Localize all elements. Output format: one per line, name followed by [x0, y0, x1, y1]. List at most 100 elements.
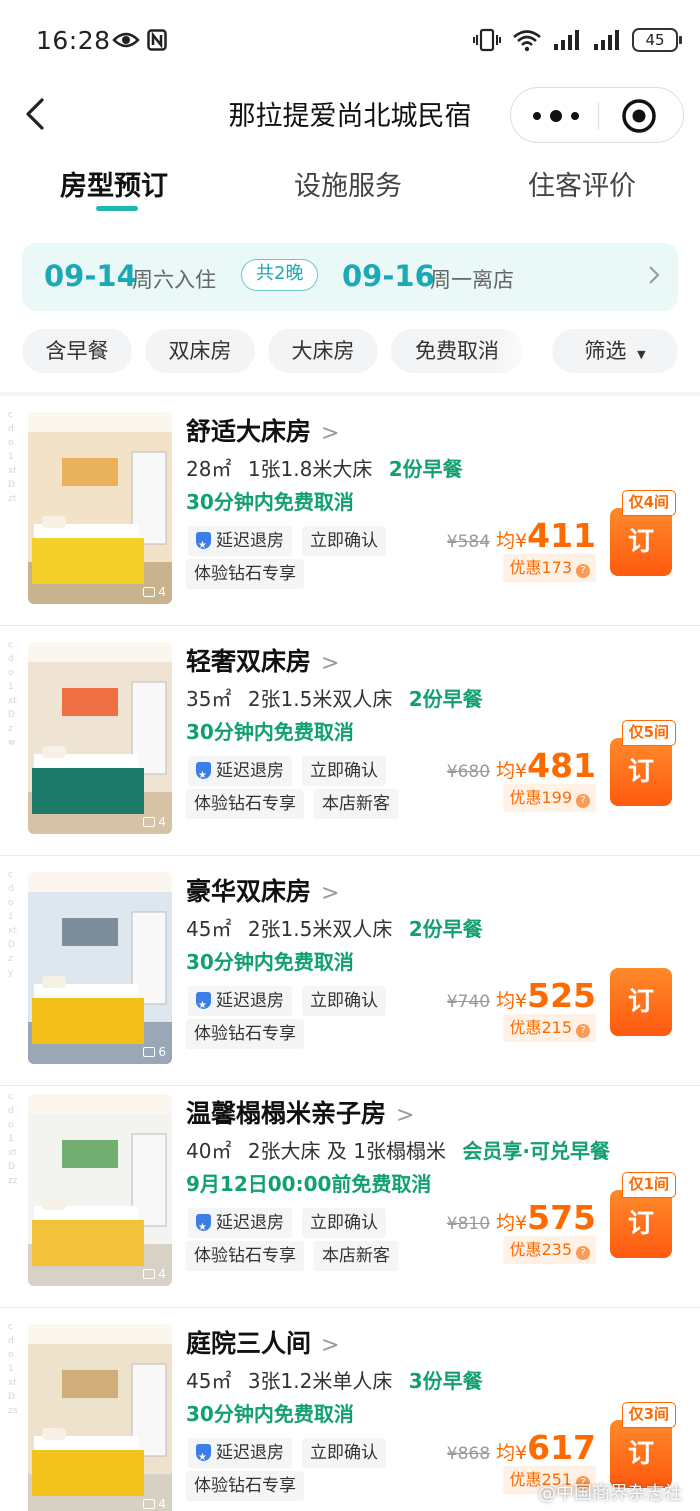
room-name-label: 庭院三人间: [186, 1329, 312, 1358]
chevron-right-icon: >: [321, 421, 340, 446]
checkout-label: 周一离店: [430, 268, 514, 292]
filter-twin-room[interactable]: 双床房: [145, 329, 255, 373]
avg-label: 均¥: [496, 530, 528, 552]
tab-facilities[interactable]: 设施服务: [294, 164, 402, 203]
tab-reviews[interactable]: 住客评价: [528, 164, 636, 203]
room-name[interactable]: 舒适大床房 >: [186, 412, 339, 448]
chevron-right-icon: [649, 266, 660, 284]
room-photo[interactable]: 6: [28, 872, 172, 1064]
tab-room-booking[interactable]: 房型预订: [60, 164, 168, 203]
photo-count: 4: [143, 585, 166, 599]
room-tag-label: 体验钻石专享: [194, 794, 296, 814]
vibrate-icon: [473, 28, 501, 52]
original-price: ¥584: [446, 532, 491, 552]
room-area: 45㎡: [186, 1369, 232, 1393]
room-card[interactable]: cdo1xtDzz 4 温馨榻榻米亲子房 > 40㎡ 2张大床 及 1张榻榻米 …: [0, 1078, 700, 1308]
room-tag: 本店新客: [314, 789, 398, 819]
gallery-icon: [143, 1047, 156, 1057]
capsule-divider: [598, 102, 599, 130]
room-tag-label: 延迟退房: [216, 531, 284, 551]
book-button[interactable]: 订: [610, 968, 672, 1036]
room-name[interactable]: 温馨榻榻米亲子房 >: [186, 1094, 414, 1130]
room-tag: 体验钻石专享: [186, 1241, 304, 1271]
discount-badge[interactable]: 优惠235?: [503, 1236, 596, 1264]
book-button[interactable]: 订: [610, 1190, 672, 1258]
diamond-badge-icon: [196, 761, 211, 791]
room-card[interactable]: cdo1xtDzt 4 舒适大床房 > 28㎡ 1张1.8米大床 2份早餐 30…: [0, 396, 700, 626]
photo-count-label: 4: [158, 815, 166, 829]
room-photo-image: [28, 872, 172, 1064]
discount-badge[interactable]: 优惠199?: [503, 784, 596, 812]
avg-label: 均¥: [496, 990, 528, 1012]
room-tag: 延迟退房: [188, 1208, 292, 1243]
caret-down-icon: ▼: [637, 348, 646, 361]
cancel-policy: 30分钟内免费取消: [186, 490, 354, 514]
room-area: 35㎡: [186, 687, 232, 711]
current-price: 525: [527, 976, 596, 1015]
chevron-right-icon: >: [396, 1103, 415, 1128]
room-tag: 延迟退房: [188, 756, 292, 791]
book-button[interactable]: 订: [610, 738, 672, 806]
chevron-right-icon: >: [321, 1333, 340, 1358]
room-area: 45㎡: [186, 917, 232, 941]
discount-badge[interactable]: 优惠215?: [503, 1014, 596, 1042]
room-photo[interactable]: 4: [28, 1094, 172, 1286]
room-card[interactable]: cdo1xtDzw 4 轻奢双床房 > 35㎡ 2张1.5米双人床 2份早餐 3…: [0, 626, 700, 856]
photo-count-label: 4: [158, 585, 166, 599]
room-breakfast: 2份早餐: [408, 917, 483, 941]
room-name-label: 轻奢双床房: [186, 647, 312, 676]
discount-label: 优惠199: [509, 788, 572, 807]
room-tag: 体验钻石专享: [186, 1019, 304, 1049]
room-breakfast: 2份早餐: [388, 457, 463, 481]
room-tag-label: 体验钻石专享: [194, 1476, 296, 1496]
room-photo-image: [28, 1324, 172, 1511]
book-button[interactable]: 订: [610, 508, 672, 576]
side-code: cdo1xtDzs: [8, 1322, 18, 1416]
side-code: cdo1xtDzy: [8, 870, 17, 978]
room-tag: 延迟退房: [188, 986, 292, 1021]
question-icon: ?: [576, 1024, 590, 1038]
filter-breakfast[interactable]: 含早餐: [22, 329, 132, 373]
mini-program-capsule: [510, 87, 684, 143]
photo-count: 4: [143, 1497, 166, 1511]
room-name-label: 豪华双床房: [186, 877, 312, 906]
cancel-policy: 30分钟内免费取消: [186, 950, 354, 974]
stock-badge: 仅5间: [621, 720, 676, 746]
current-price: 481: [527, 746, 596, 785]
filter-king-room[interactable]: 大床房: [268, 329, 378, 373]
tab-bar: 房型预订 设施服务 住客评价: [0, 160, 700, 216]
close-target-icon[interactable]: [621, 98, 657, 134]
room-tag-label: 延迟退房: [216, 991, 284, 1011]
room-card[interactable]: cdo1xtDzy 6 豪华双床房 > 45㎡ 2张1.5米双人床 2份早餐 3…: [0, 856, 700, 1086]
photo-count: 6: [143, 1045, 166, 1059]
room-tag-label: 本店新客: [322, 1246, 390, 1266]
discount-badge[interactable]: 优惠173?: [503, 554, 596, 582]
diamond-badge-icon: [196, 531, 211, 561]
room-spec: 35㎡ 2张1.5米双人床 2份早餐: [186, 683, 483, 712]
status-right: 45: [472, 28, 682, 52]
price-row: ¥584 均¥ 411: [447, 516, 596, 555]
current-price: 411: [527, 516, 596, 555]
room-name[interactable]: 豪华双床房 >: [186, 872, 339, 908]
original-price: ¥680: [446, 762, 491, 782]
chevron-right-icon: >: [321, 881, 340, 906]
room-tag: 体验钻石专享: [186, 789, 304, 819]
more-dots-icon[interactable]: [529, 105, 583, 127]
filter-more-button[interactable]: 筛选 ▼: [552, 329, 678, 373]
nights-badge: 共2晚: [241, 259, 319, 291]
room-photo-image: [28, 412, 172, 604]
room-beds: 2张大床 及 1张榻榻米: [247, 1139, 446, 1163]
nfc-icon: [147, 29, 167, 51]
room-photo[interactable]: 4: [28, 412, 172, 604]
date-selector[interactable]: 09-14 周六入住 共2晚 09-16 周一离店: [22, 243, 678, 311]
discount-label: 优惠173: [509, 558, 572, 577]
room-photo[interactable]: 4: [28, 642, 172, 834]
room-photo[interactable]: 4: [28, 1324, 172, 1511]
back-arrow-icon[interactable]: [20, 94, 56, 134]
room-name[interactable]: 庭院三人间 >: [186, 1324, 339, 1360]
room-tag-label: 立即确认: [310, 1213, 378, 1233]
book-button[interactable]: 订: [610, 1420, 672, 1488]
room-name[interactable]: 轻奢双床房 >: [186, 642, 339, 678]
room-tag: 本店新客: [314, 1241, 398, 1271]
original-price: ¥868: [446, 1444, 491, 1464]
